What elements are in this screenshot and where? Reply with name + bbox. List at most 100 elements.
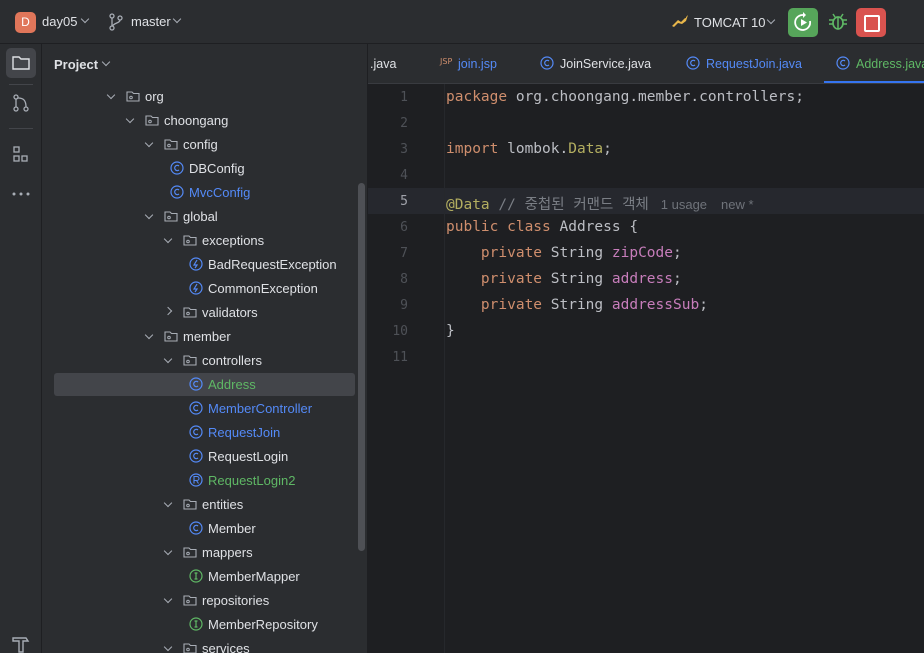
tree-node-requestlogin[interactable]: RequestLogin xyxy=(42,445,367,469)
tab-requestjoin-java[interactable]: RequestJoin.java xyxy=(684,44,824,83)
tree-node-membermapper[interactable]: MemberMapper xyxy=(42,565,367,589)
chevron-down-icon[interactable] xyxy=(163,234,173,244)
tree-node-member[interactable]: member xyxy=(42,325,367,349)
chevron-down-icon[interactable] xyxy=(163,498,173,508)
tree-node-label: Address xyxy=(208,377,256,392)
chevron-down-icon[interactable] xyxy=(106,90,116,100)
tree-node-choongang[interactable]: choongang xyxy=(42,109,367,133)
class-icon xyxy=(836,56,850,70)
tree-node-exceptions[interactable]: exceptions xyxy=(42,229,367,253)
tree-node-config[interactable]: config xyxy=(42,133,367,157)
tab-address-java[interactable]: Address.java xyxy=(824,44,924,83)
commit-tool-button[interactable] xyxy=(6,88,36,118)
line-number: 1 xyxy=(400,90,408,105)
code-text: ; xyxy=(672,245,682,261)
tree-node-repositories[interactable]: repositories xyxy=(42,589,367,613)
code-text: ; xyxy=(672,271,682,287)
annotation: Data xyxy=(568,141,604,157)
run-config-name[interactable]: TOMCAT 10 xyxy=(694,15,766,30)
class-icon xyxy=(189,521,203,535)
chevron-down-icon[interactable] xyxy=(144,138,154,148)
tab-join-jsp[interactable]: JSP join.jsp xyxy=(438,44,538,83)
tree-node-mvcconfig[interactable]: MvcConfig xyxy=(42,181,367,205)
tree-node-requestjoin[interactable]: RequestJoin xyxy=(42,421,367,445)
tree-node-membercontroller[interactable]: MemberController xyxy=(42,397,367,421)
tree-node-org[interactable]: org xyxy=(42,85,367,109)
package-folder-icon xyxy=(183,545,197,559)
more-tools-button[interactable] xyxy=(6,179,36,209)
build-tool-button[interactable] xyxy=(6,628,36,653)
author-hint[interactable]: new * xyxy=(721,197,754,212)
project-tool-button[interactable] xyxy=(6,48,36,78)
tree-node-badrequestexception[interactable]: BadRequestException xyxy=(42,253,367,277)
package-folder-icon xyxy=(164,329,178,343)
chevron-down-icon[interactable] xyxy=(101,57,111,67)
class-icon xyxy=(540,56,554,70)
tree-node-validators[interactable]: validators xyxy=(42,301,367,325)
structure-tool-button[interactable] xyxy=(6,139,36,169)
tree-node-requestlogin2[interactable]: RequestLogin2 xyxy=(42,469,367,493)
project-badge[interactable]: D xyxy=(15,12,36,33)
debug-button[interactable] xyxy=(824,8,852,37)
git-branch-icon[interactable] xyxy=(108,13,124,31)
tree-node-controllers[interactable]: controllers xyxy=(42,349,367,373)
record-icon xyxy=(189,473,203,487)
code-line: import lombok.Data; xyxy=(446,141,612,157)
chevron-down-icon[interactable] xyxy=(163,594,173,604)
package-folder-icon xyxy=(183,233,197,247)
code-line: private String zipCode; xyxy=(446,245,682,261)
package-folder-icon xyxy=(183,593,197,607)
tree-node-global[interactable]: global xyxy=(42,205,367,229)
branch-name[interactable]: master xyxy=(131,14,171,29)
tree-node-label: controllers xyxy=(202,353,262,368)
scrollbar[interactable] xyxy=(358,183,365,551)
tree-node-commonexception[interactable]: CommonException xyxy=(42,277,367,301)
chevron-down-icon[interactable] xyxy=(144,330,154,340)
keyword: private xyxy=(446,297,543,313)
panel-title[interactable]: Project xyxy=(54,57,98,72)
interface-icon xyxy=(189,569,203,583)
chevron-down-icon[interactable] xyxy=(163,642,173,652)
chevron-down-icon[interactable] xyxy=(172,14,182,24)
chevron-down-icon[interactable] xyxy=(163,354,173,364)
project-name[interactable]: day05 xyxy=(42,14,77,29)
tree-node-entities[interactable]: entities xyxy=(42,493,367,517)
tree-node-label: BadRequestException xyxy=(208,257,337,272)
tree-node-address[interactable]: Address xyxy=(42,373,367,397)
chevron-down-icon[interactable] xyxy=(766,15,776,25)
class-icon xyxy=(189,401,203,415)
rerun-button[interactable] xyxy=(788,8,818,37)
title-bar: D day05 master TOMCAT 10 xyxy=(0,0,924,44)
type: String xyxy=(542,271,612,287)
structure-icon xyxy=(13,146,28,162)
code-line: package org.choongang.member.controllers… xyxy=(446,89,804,105)
more-horizontal-icon xyxy=(12,192,30,196)
code-text: Address { xyxy=(550,219,639,235)
tab-unnamed-java[interactable]: .java xyxy=(368,44,428,83)
chevron-down-icon[interactable] xyxy=(80,14,90,24)
tab-joinservice-java[interactable]: JoinService.java xyxy=(538,44,678,83)
tree-node-member[interactable]: Member xyxy=(42,517,367,541)
chevron-down-icon[interactable] xyxy=(144,210,154,220)
tree-node-memberrepository[interactable]: MemberRepository xyxy=(42,613,367,637)
usage-hint[interactable]: 1 usage xyxy=(661,197,707,212)
class-icon xyxy=(170,161,184,175)
code-editor[interactable]: 1 2 3 4 5 6 7 8 9 10 11 package org.choo… xyxy=(368,84,924,653)
tree-node-services[interactable]: services xyxy=(42,637,367,653)
type: String xyxy=(542,245,612,261)
tomcat-icon xyxy=(672,15,688,27)
package-folder-icon xyxy=(183,353,197,367)
tree-node-label: MemberMapper xyxy=(208,569,300,584)
tree-node-label: CommonException xyxy=(208,281,318,296)
package-folder-icon xyxy=(164,137,178,151)
chevron-down-icon[interactable] xyxy=(125,114,135,124)
class-icon xyxy=(189,425,203,439)
stop-button[interactable] xyxy=(856,8,886,37)
tree-node-dbconfig[interactable]: DBConfig xyxy=(42,157,367,181)
chevron-down-icon[interactable] xyxy=(163,546,173,556)
code-line: private String addressSub; xyxy=(446,297,708,313)
tree-node-mappers[interactable]: mappers xyxy=(42,541,367,565)
hammer-icon xyxy=(12,637,30,653)
code-line: public class Address { xyxy=(446,219,638,235)
chevron-right-icon[interactable] xyxy=(163,306,173,316)
